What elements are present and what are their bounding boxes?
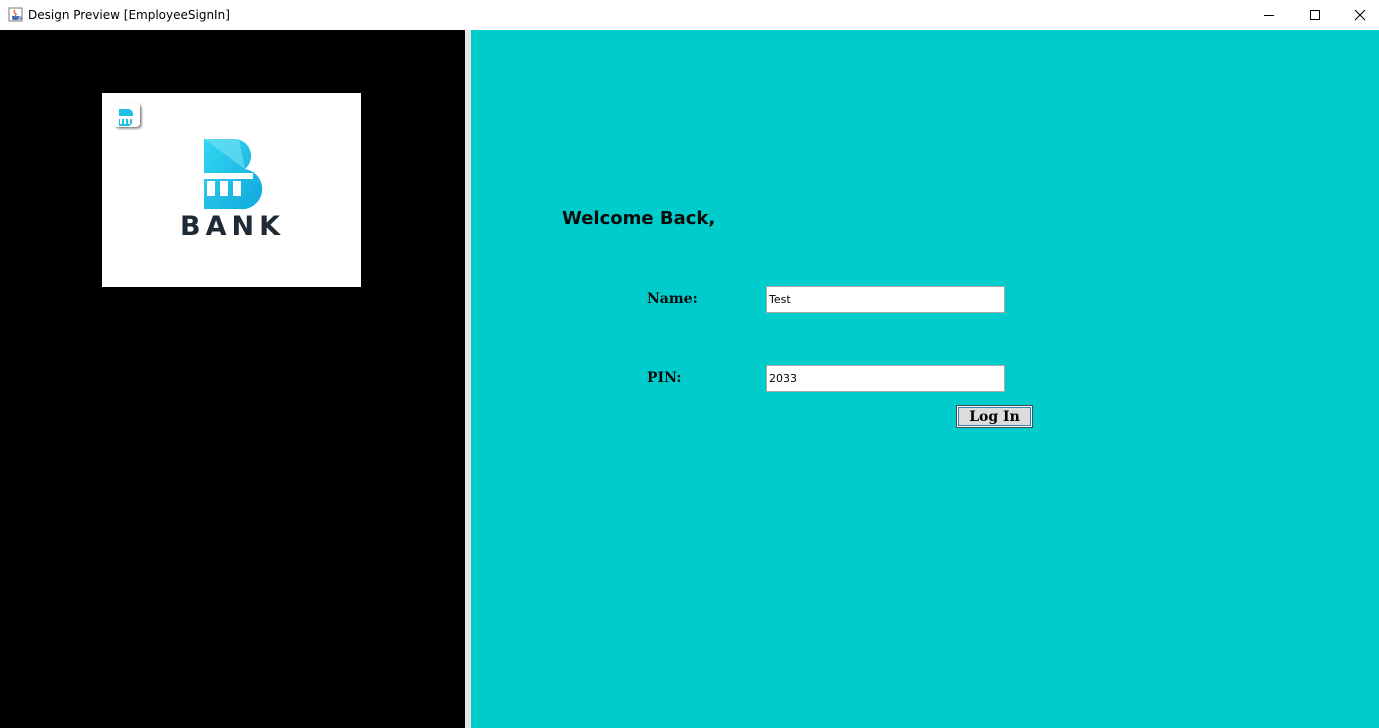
app-window: Design Preview [EmployeeSignIn] BANK Wel…: [0, 0, 1379, 728]
close-icon: [1354, 9, 1366, 21]
log-in-button[interactable]: Log In: [956, 405, 1033, 428]
left-panel: BANK: [0, 30, 465, 728]
mini-bank-icon: [114, 103, 140, 127]
bank-building-icon: [199, 138, 263, 210]
close-button[interactable]: [1337, 0, 1379, 30]
java-app-icon: [8, 7, 23, 22]
maximize-icon: [1310, 10, 1320, 20]
name-field[interactable]: [766, 286, 1005, 313]
pin-label: PIN:: [647, 370, 682, 386]
bank-logo-card: BANK: [102, 93, 361, 287]
logo-wordmark: BANK: [180, 211, 285, 242]
minimize-icon: [1264, 15, 1274, 16]
minimize-button[interactable]: [1246, 0, 1292, 30]
welcome-heading: Welcome Back,: [562, 208, 716, 229]
window-title: Design Preview [EmployeeSignIn]: [28, 8, 230, 22]
sign-in-panel: Welcome Back, Name: PIN: Log In: [471, 30, 1379, 728]
pin-field[interactable]: [766, 365, 1005, 392]
title-bar: Design Preview [EmployeeSignIn]: [0, 0, 1379, 30]
maximize-button[interactable]: [1292, 0, 1338, 30]
name-label: Name:: [647, 291, 698, 307]
